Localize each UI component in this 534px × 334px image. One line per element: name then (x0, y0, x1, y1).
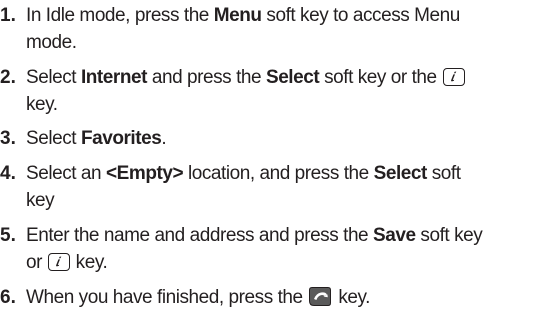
step-number: 1. (0, 5, 16, 26)
step-line: mode. (26, 32, 77, 53)
step-text: Select an <Empty> location, and press th… (26, 160, 526, 214)
step-line: Select an <Empty> location, and press th… (26, 163, 461, 184)
i-key-icon (442, 68, 465, 86)
step-number: 6. (0, 287, 16, 308)
i-key-icon (47, 253, 70, 271)
step-line: key. (26, 94, 58, 115)
step-text: Enter the name and address and press the… (26, 222, 526, 276)
step-line: or key. (26, 252, 108, 273)
step-number: 4. (0, 163, 16, 184)
step-line: Select Favorites. (26, 128, 167, 149)
step-number: 3. (0, 128, 16, 149)
step-line: When you have finished, press the key. (26, 286, 370, 308)
step-number: 5. (0, 225, 16, 246)
step-line: key (26, 190, 55, 211)
step-line: Enter the name and address and press the… (26, 225, 483, 246)
step-text: When you have finished, press the key. (26, 284, 526, 311)
step-line: Select Internet and press the Select sof… (26, 64, 526, 91)
step-text: Select Internet and press the Select sof… (26, 64, 526, 118)
step-number: 2. (0, 67, 16, 88)
step-text: In Idle mode, press the Menu soft key to… (26, 2, 526, 56)
step-line: In Idle mode, press the Menu soft key to… (26, 5, 460, 26)
instructions-document: 1. In Idle mode, press the Menu soft key… (0, 0, 534, 334)
end-key-icon (308, 286, 332, 307)
step-text: Select Favorites. (26, 125, 526, 152)
